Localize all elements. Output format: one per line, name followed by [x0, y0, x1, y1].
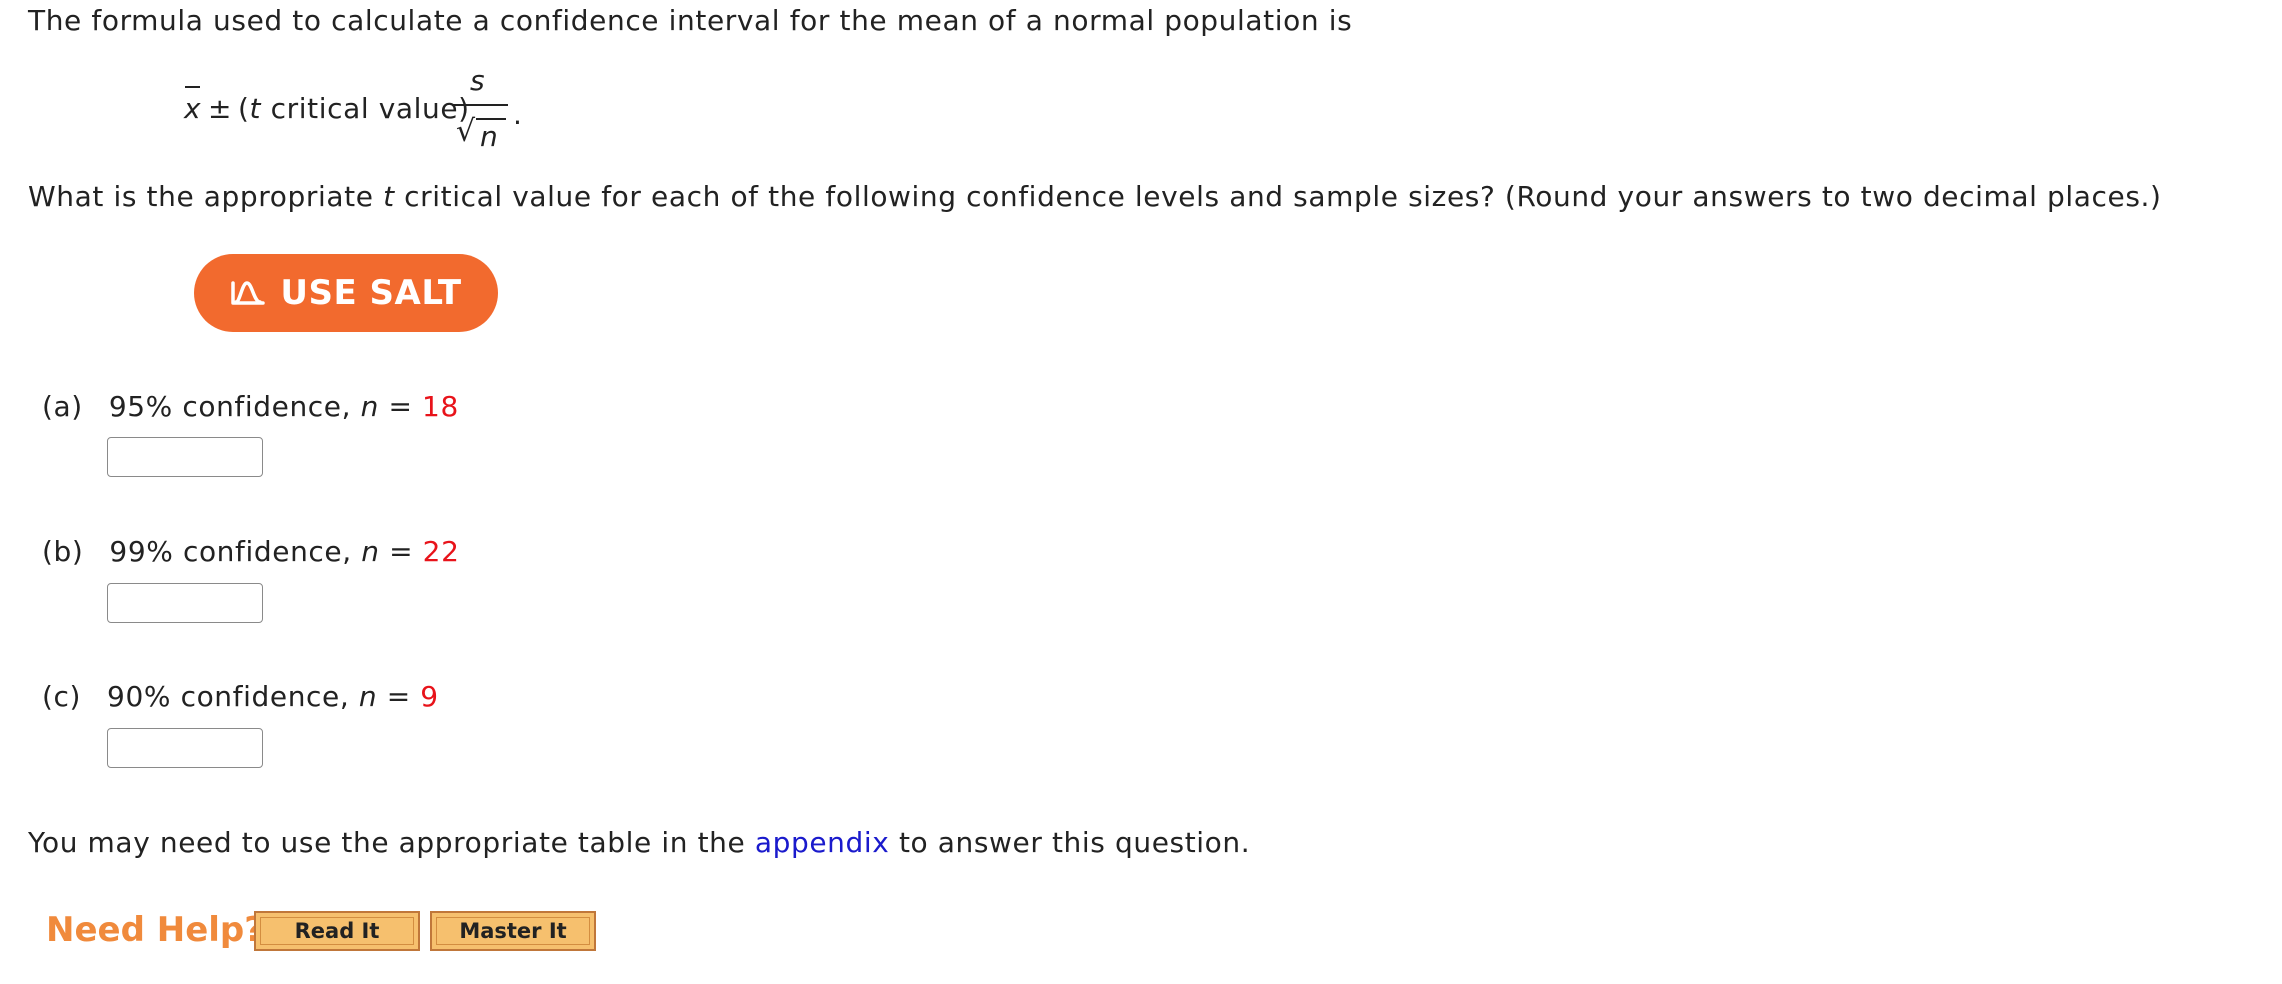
part-c-n-variable: n	[358, 680, 378, 713]
part-a-label: (a)	[42, 390, 83, 423]
part-c-label: (c)	[42, 680, 82, 713]
t-critical-label: (t critical value)	[238, 92, 470, 125]
open-paren: (	[238, 92, 250, 125]
part-b-prompt: (b) 99% confidence, n = 22	[42, 535, 460, 568]
part-a-n-variable: n	[360, 390, 379, 423]
t-variable: t	[249, 92, 262, 125]
use-salt-label: USE SALT	[280, 273, 462, 313]
part-a-n-value: 18	[422, 390, 459, 423]
appendix-note-after: to answer this question.	[889, 826, 1251, 859]
part-b-n-value: 22	[422, 535, 460, 568]
appendix-note-before: You may need to use the appropriate tabl…	[28, 826, 755, 859]
question-t-variable: t	[383, 180, 395, 213]
xbar-overline	[185, 86, 200, 88]
part-b-equals: =	[379, 535, 423, 568]
part-a-answer-input[interactable]	[107, 437, 263, 477]
sqrt-icon: √	[456, 114, 476, 149]
part-b-confidence: 99% confidence,	[109, 535, 362, 568]
master-it-label: Master It	[459, 919, 567, 943]
xbar-symbol: x	[184, 92, 202, 125]
master-it-button[interactable]: Master It	[430, 911, 596, 951]
question-before: What is the appropriate	[28, 180, 384, 213]
part-a-prompt: (a) 95% confidence, n = 18	[42, 390, 459, 423]
salt-curve-icon	[230, 277, 266, 309]
fraction-denominator: n	[480, 120, 499, 153]
part-c-confidence: 90% confidence,	[107, 680, 359, 713]
read-it-button[interactable]: Read It	[254, 911, 420, 951]
part-b-label: (b)	[42, 535, 84, 568]
ci-formula: x ± (t critical value) s √ n .	[180, 62, 540, 162]
t-critical-text: critical value)	[261, 92, 470, 125]
intro-text: The formula used to calculate a confiden…	[28, 4, 1353, 37]
part-c-n-value: 9	[420, 680, 439, 713]
read-it-label: Read It	[294, 919, 380, 943]
question-text: What is the appropriate t critical value…	[28, 180, 2162, 213]
appendix-note: You may need to use the appropriate tabl…	[28, 826, 1250, 859]
part-c-equals: =	[377, 680, 421, 713]
part-a-confidence: 95% confidence,	[108, 390, 361, 423]
appendix-link[interactable]: appendix	[755, 826, 890, 859]
fraction-bar	[452, 104, 508, 106]
part-b-n-variable: n	[361, 535, 380, 568]
plus-minus: ±	[208, 92, 233, 125]
part-a-equals: =	[378, 390, 423, 423]
use-salt-button[interactable]: USE SALT	[194, 254, 498, 332]
part-b-answer-input[interactable]	[107, 583, 263, 623]
part-c-prompt: (c) 90% confidence, n = 9	[42, 680, 439, 713]
question-after: critical value for each of the following…	[394, 180, 2162, 213]
need-help-label: Need Help?	[46, 910, 264, 950]
part-c-answer-input[interactable]	[107, 728, 263, 768]
formula-period: .	[513, 98, 523, 131]
fraction-numerator: s	[470, 64, 486, 97]
